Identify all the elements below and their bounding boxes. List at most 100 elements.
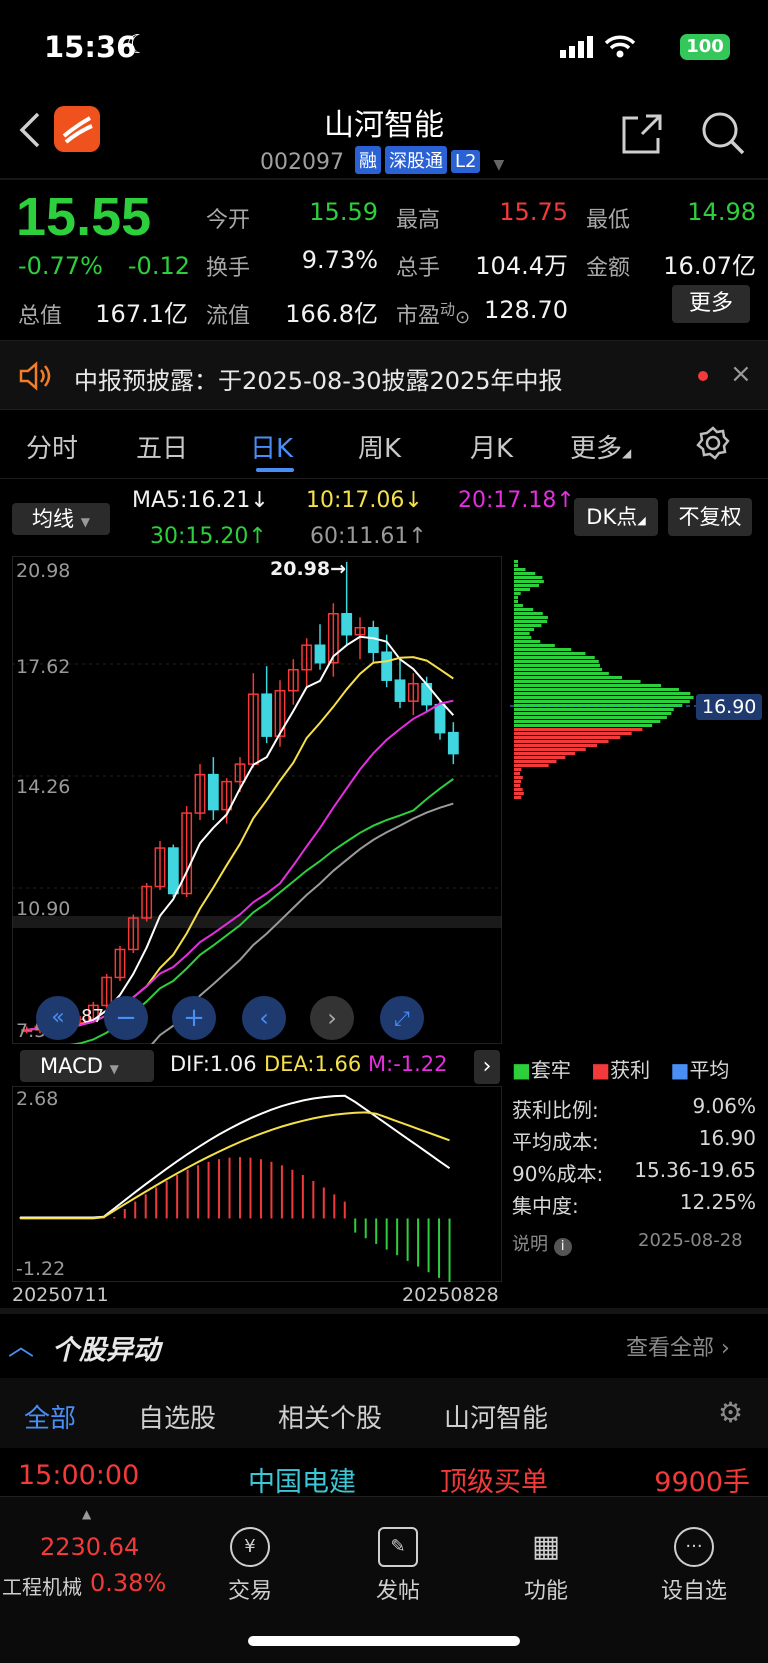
zoom-out-button[interactable]: − (104, 996, 148, 1040)
candle (209, 775, 218, 810)
divider (0, 178, 768, 180)
tab-month-k[interactable]: 月K (470, 428, 513, 465)
chip-note[interactable]: 说明 i (512, 1230, 572, 1256)
tag-l2: L2 (451, 150, 480, 173)
more-quote-button[interactable]: 更多 (672, 285, 750, 323)
chip-bar (514, 592, 521, 595)
next-button[interactable]: › (310, 996, 354, 1040)
index-name: 工程机械 (2, 1571, 82, 1600)
status-time: 15:36 (44, 30, 136, 64)
tab-day-k[interactable]: 日K (250, 428, 293, 465)
candle (342, 614, 351, 635)
pe-value: 128.70 (478, 296, 568, 324)
chip-bar (514, 768, 521, 771)
fullscreen-button[interactable]: ⤢ (380, 996, 424, 1040)
rewind-button[interactable]: « (36, 996, 80, 1040)
chip-bar (514, 668, 602, 671)
tab-week-k[interactable]: 周K (358, 428, 401, 465)
chip-bar (514, 692, 690, 695)
tag-connect: 深股通 (385, 146, 447, 174)
info-icon: i (554, 1238, 572, 1256)
chart-nav: « − + ‹ › ⤢ (36, 996, 436, 1040)
chevron-down-icon[interactable]: ▼ (493, 157, 504, 173)
chip-legend: ■套牢 ■获利 ■平均 (512, 1054, 729, 1083)
index-ticker[interactable]: ▲ 2230.64 工程机械 0.38% (0, 1507, 176, 1607)
chevron-right-icon[interactable]: › (474, 1050, 500, 1084)
movement-row[interactable]: 15:00:00 中国电建 顶级买单 9900手 (0, 1448, 768, 1496)
chip-bar (514, 656, 595, 659)
movement-tab-related[interactable]: 相关个股 (278, 1398, 382, 1435)
chip-bar (514, 640, 540, 643)
nav-post[interactable]: ✎ 发帖 (348, 1527, 448, 1605)
chip-bar (514, 760, 557, 763)
candle (315, 645, 324, 662)
mktcap-value: 167.1亿 (90, 294, 188, 329)
chip-bar (514, 660, 599, 663)
chip-bar (514, 572, 535, 575)
chip-bar (514, 616, 548, 619)
chip-bar (514, 780, 521, 783)
battery-indicator: 100 (680, 34, 730, 60)
close-icon[interactable]: × (730, 359, 752, 389)
gear-icon[interactable]: ⚙ (718, 1396, 743, 1429)
notice-bar[interactable]: 中报预披露：于2025-08-30披露2025年中报 × (0, 340, 768, 410)
kline-chart[interactable] (12, 556, 502, 1044)
macd-selector[interactable]: MACD ▼ (20, 1050, 154, 1082)
date-end: 20250828 (402, 1284, 499, 1306)
movement-tab-stock[interactable]: 山河智能 (444, 1398, 548, 1435)
ma-line-MA20 (27, 701, 454, 1030)
tab-more[interactable]: 更多◢ (570, 428, 631, 465)
view-all-link[interactable]: 查看全部 › (626, 1330, 730, 1362)
chip-bar (514, 568, 525, 571)
chip-bar (514, 752, 575, 755)
share-icon[interactable] (620, 112, 664, 156)
turnover-value: 9.73% (270, 246, 378, 274)
more-dots-icon: ··· (674, 1527, 714, 1567)
candle (435, 705, 444, 733)
chip-bar (514, 588, 530, 591)
settings-icon[interactable] (696, 426, 730, 460)
chip-bar (514, 636, 531, 639)
ma60-value: 60:11.61↑ (310, 524, 427, 549)
macd-chart (12, 1086, 502, 1282)
caret-up-icon: ▲ (82, 1507, 91, 1521)
index-value: 2230.64 (40, 1533, 139, 1561)
chip-bar (514, 644, 555, 647)
chip-bar (514, 796, 521, 799)
grid-icon: ▦ (526, 1527, 566, 1567)
tab-timeshare[interactable]: 分时 (26, 428, 78, 465)
status-bar: 15:36 ☾ 100 (0, 0, 768, 96)
ma-selector[interactable]: 均线 ▼ (12, 503, 110, 535)
moon-icon: ☾ (126, 30, 149, 60)
ma-line-MA5 (27, 637, 454, 1030)
info-dots-icon[interactable]: ⊙ (455, 307, 470, 328)
chip-bar (514, 608, 533, 611)
movement-tab-all[interactable]: 全部 (24, 1398, 76, 1435)
chip-bar (514, 648, 571, 651)
movement-tab-watchlist[interactable]: 自选股 (138, 1398, 216, 1435)
movement-type: 顶级买单 (440, 1460, 548, 1499)
chip-bar (514, 680, 641, 683)
nav-add-watch[interactable]: ··· 设自选 (644, 1527, 744, 1605)
open-value: 15.59 (280, 198, 378, 226)
tab-five-day[interactable]: 五日 (136, 428, 188, 465)
amount-label: 金额 (586, 250, 630, 282)
chip-bar (514, 672, 609, 675)
dk-point-button[interactable]: DK点◢ (574, 498, 658, 536)
search-icon[interactable] (700, 110, 746, 156)
chip-bar (514, 576, 542, 579)
nav-functions[interactable]: ▦ 功能 (496, 1527, 596, 1605)
candle (169, 848, 178, 893)
adjust-button[interactable]: 不复权 (668, 498, 752, 536)
chevron-up-icon[interactable]: ︿ (8, 1326, 34, 1363)
movement-stock: 中国电建 (248, 1460, 356, 1499)
chip-bar (514, 712, 671, 715)
price-label-3: 14.26 (16, 776, 70, 798)
pe-label: 市盈动⊙ (396, 298, 470, 330)
macd-dif: DIF:1.06 (170, 1052, 257, 1076)
chip-bar (514, 792, 524, 795)
prev-button[interactable]: ‹ (242, 996, 286, 1040)
zoom-in-button[interactable]: + (172, 996, 216, 1040)
nav-trade[interactable]: ¥ 交易 (200, 1527, 300, 1605)
chip-bar (514, 620, 547, 623)
